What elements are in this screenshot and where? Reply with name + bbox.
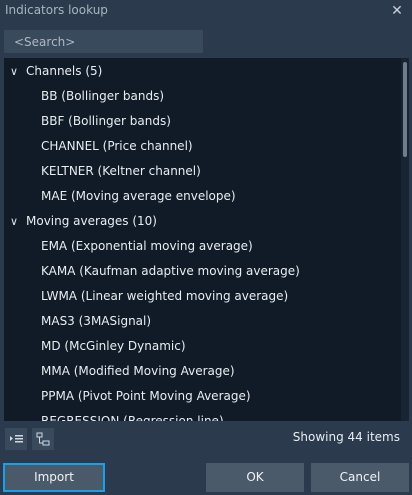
indicator-list[interactable]: ∨ Channels (5) BB (Bollinger bands) BBF (Bo… [4, 58, 409, 421]
list-item[interactable]: EMA (Exponential moving average) [4, 234, 401, 259]
ok-button[interactable]: OK [206, 463, 304, 492]
list-view-icon [10, 435, 23, 443]
list-item[interactable]: BB (Bollinger bands) [4, 84, 401, 109]
group-label: Moving averages (10) [26, 214, 157, 228]
item-label: MMA (Modified Moving Average) [41, 364, 235, 378]
group-header[interactable]: ∨ Channels (5) [4, 59, 401, 84]
tree-view-icon [36, 432, 50, 446]
list-view-button[interactable] [5, 428, 27, 450]
scrollbar[interactable] [401, 58, 409, 421]
chevron-down-icon[interactable]: ∨ [10, 59, 20, 84]
group-label: Channels (5) [26, 64, 103, 78]
window-title: Indicators lookup [5, 3, 108, 17]
list-item[interactable]: KELTNER (Keltner channel) [4, 159, 401, 184]
list-item[interactable]: PPMA (Pivot Point Moving Average) [4, 384, 401, 409]
item-label: EMA (Exponential moving average) [41, 239, 253, 253]
item-label: LWMA (Linear weighted moving average) [41, 289, 289, 303]
cancel-button[interactable]: Cancel [311, 463, 409, 492]
list-item[interactable]: MD (McGinley Dynamic) [4, 334, 401, 359]
group-header[interactable]: ∨ Moving averages (10) [4, 209, 401, 234]
search-input[interactable] [4, 30, 203, 53]
item-label: CHANNEL (Price channel) [41, 139, 193, 153]
tree-view-button[interactable] [32, 428, 54, 450]
list-item[interactable]: LWMA (Linear weighted moving average) [4, 284, 401, 309]
item-label: MD (McGinley Dynamic) [41, 339, 186, 353]
list-item[interactable]: BBF (Bollinger bands) [4, 109, 401, 134]
item-label: BB (Bollinger bands) [41, 89, 165, 103]
list-item[interactable]: MAS3 (3MASignal) [4, 309, 401, 334]
item-label: MAS3 (3MASignal) [41, 314, 152, 328]
close-icon[interactable]: ✕ [388, 2, 406, 20]
title-bar: Indicators lookup ✕ [0, 0, 412, 24]
list-toolbar: Showing 44 items [0, 423, 412, 453]
list-item[interactable]: REGRESSION (Regression line) [4, 409, 401, 421]
item-label: REGRESSION (Regression line) [41, 414, 224, 421]
list-item[interactable]: MMA (Modified Moving Average) [4, 359, 401, 384]
item-count: Showing 44 items [292, 430, 400, 444]
list-item[interactable]: CHANNEL (Price channel) [4, 134, 401, 159]
list-item[interactable]: MAE (Moving average envelope) [4, 184, 401, 209]
list-item[interactable]: KAMA (Kaufman adaptive moving average) [4, 259, 401, 284]
import-button[interactable]: Import [3, 463, 105, 492]
item-label: BBF (Bollinger bands) [41, 114, 171, 128]
chevron-down-icon[interactable]: ∨ [10, 209, 20, 234]
item-label: KAMA (Kaufman adaptive moving average) [41, 264, 300, 278]
item-label: PPMA (Pivot Point Moving Average) [41, 389, 251, 403]
item-label: MAE (Moving average envelope) [41, 189, 236, 203]
item-label: KELTNER (Keltner channel) [41, 164, 201, 178]
scrollbar-thumb[interactable] [403, 62, 407, 157]
